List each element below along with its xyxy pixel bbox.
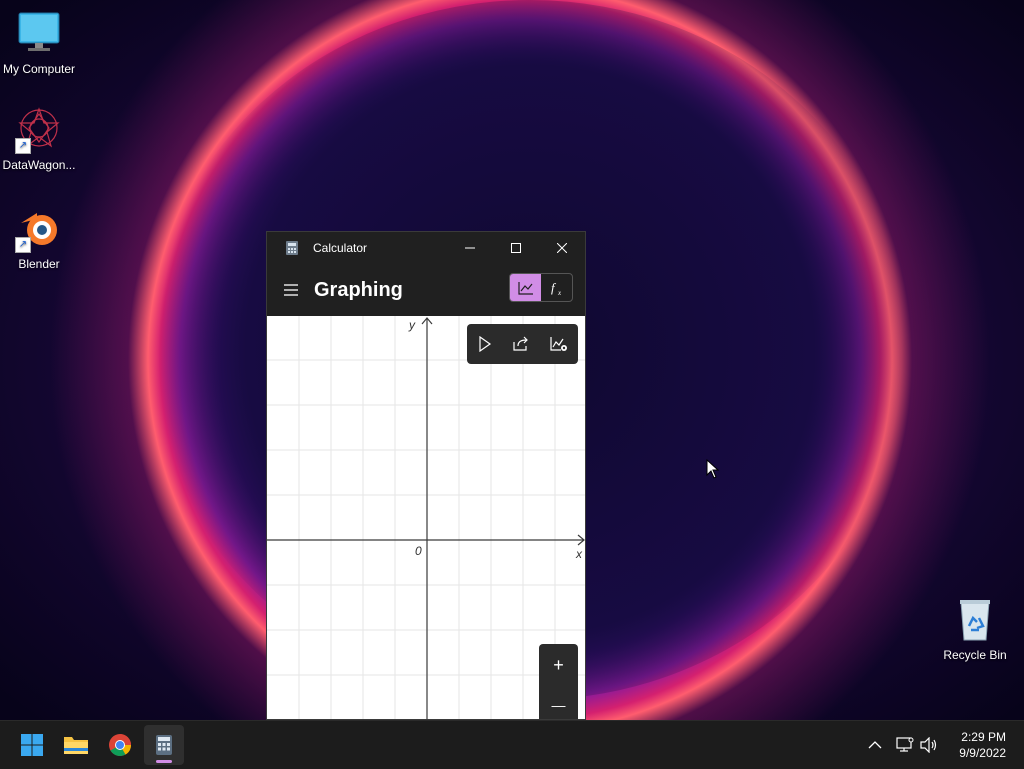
minimize-icon: [465, 247, 475, 249]
recycle-bin-icon: [951, 596, 999, 644]
network-icon[interactable]: [896, 737, 914, 753]
calculator-header: Graphing f x: [267, 264, 585, 316]
svg-text:f: f: [551, 280, 557, 295]
hamburger-menu-icon[interactable]: [283, 284, 299, 296]
shortcut-arrow-icon: ↗: [15, 138, 31, 154]
trace-cursor-icon[interactable]: [477, 336, 493, 352]
desktop-icon-label: DataWagon...: [2, 158, 76, 172]
mouse-cursor-icon: [706, 459, 720, 479]
desktop-icon-label: My Computer: [2, 62, 76, 76]
clock-date: 9/9/2022: [959, 746, 1006, 760]
calculator-app-icon: [286, 241, 298, 255]
close-button[interactable]: [539, 232, 585, 264]
desktop-icon-my-computer[interactable]: My Computer: [0, 10, 78, 76]
desktop-icon-blender[interactable]: ↗ Blender: [0, 205, 78, 271]
share-icon[interactable]: [512, 336, 530, 352]
desktop-icon-recycle-bin[interactable]: Recycle Bin: [936, 596, 1014, 662]
graph-view-button[interactable]: [510, 274, 541, 301]
volume-icon[interactable]: [920, 737, 938, 753]
windows-logo-icon: [21, 734, 43, 756]
zoom-in-button[interactable]: +: [553, 655, 564, 676]
folder-icon: [64, 737, 88, 754]
datawagon-icon: ↗: [15, 106, 63, 154]
function-icon: f x: [551, 280, 562, 296]
graph-settings-icon[interactable]: [550, 336, 568, 352]
mode-title: Graphing: [314, 278, 403, 301]
desktop-icon-label: Blender: [18, 257, 60, 271]
calculator-window: Calculator Graphing f x y x 0 + —: [266, 231, 586, 720]
svg-text:x: x: [557, 289, 562, 296]
x-axis-label: x: [576, 547, 582, 561]
graph-toolbar: [467, 324, 578, 364]
graph-canvas[interactable]: y x 0 + —: [267, 316, 585, 719]
function-list-button[interactable]: f x: [541, 274, 572, 301]
maximize-icon: [511, 243, 521, 253]
taskbar-file-explorer[interactable]: [56, 725, 96, 765]
taskbar: 2:29 PM 9/9/2022: [0, 720, 1024, 769]
zoom-out-button[interactable]: —: [552, 697, 566, 713]
close-icon: [557, 243, 567, 253]
graph-icon: [517, 281, 533, 295]
taskbar-chrome[interactable]: [100, 725, 140, 765]
shortcut-arrow-icon: ↗: [15, 237, 31, 253]
show-hidden-icons-chevron-icon[interactable]: [868, 740, 882, 750]
clock-time: 2:29 PM: [961, 730, 1006, 744]
title-bar[interactable]: Calculator: [267, 232, 585, 264]
blender-icon: ↗: [15, 205, 63, 253]
start-button[interactable]: [12, 725, 52, 765]
zoom-controls: + —: [539, 644, 578, 719]
desktop-icon-label: Recycle Bin: [943, 648, 1007, 662]
y-axis-label: y: [409, 318, 415, 332]
desktop-icon-datawagon[interactable]: ↗ DataWagon...: [0, 106, 78, 172]
clock[interactable]: 2:29 PM 9/9/2022: [959, 729, 1006, 761]
minimize-button[interactable]: [447, 232, 493, 264]
maximize-button[interactable]: [493, 232, 539, 264]
origin-label: 0: [415, 544, 422, 558]
active-app-indicator: [156, 760, 172, 763]
graph-grid: [267, 316, 585, 719]
chrome-icon: [109, 734, 131, 756]
graph-function-toggle: f x: [509, 273, 573, 302]
system-tray: [868, 721, 938, 769]
taskbar-calculator[interactable]: [144, 725, 184, 765]
window-title: Calculator: [313, 241, 368, 255]
calculator-icon: [156, 735, 172, 755]
monitor-icon: [15, 10, 63, 58]
